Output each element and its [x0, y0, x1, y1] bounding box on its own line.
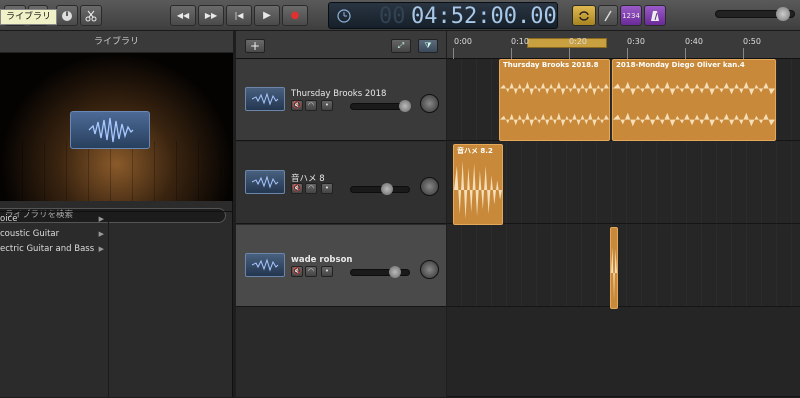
library-category-column: oice ▶ coustic Guitar ▶ ectric Guitar and … [0, 212, 109, 398]
region-name: 音ハメ 8.2 [457, 147, 493, 155]
ruler-label: 0:10 [511, 37, 529, 46]
lcd-hours-dim: 00 [379, 4, 406, 29]
track-volume-slider[interactable] [350, 100, 411, 112]
metronome-button[interactable] [644, 5, 666, 26]
track-header[interactable]: Thursday Brooks 2018 🔇 ◠ • [236, 59, 446, 141]
chevron-right-icon: ▶ [98, 245, 104, 253]
master-volume-knob[interactable] [776, 7, 790, 21]
record-enable-button[interactable]: • [321, 266, 333, 277]
ruler-label: 0:40 [685, 37, 703, 46]
track-header-toolbar: + ⤢ ⧩ [236, 31, 446, 59]
track-lane[interactable] [447, 308, 800, 397]
tracks-area[interactable]: 0:00 0:10 0:20 0:30 0:40 0:50 Thursday B… [447, 31, 800, 397]
region-name: 2018-Monday Diego Oliver kan.4 [616, 61, 745, 69]
ruler-tick [569, 48, 570, 59]
flex-time-button[interactable]: ⧩ [418, 39, 438, 53]
master-volume-slider[interactable] [715, 7, 795, 21]
ruler-tick [743, 48, 744, 59]
region-name: Thursday Brooks 2018.8 [503, 61, 599, 69]
cycle-button[interactable] [572, 5, 596, 26]
track-volume-knob[interactable] [399, 100, 411, 112]
tuner-button[interactable] [598, 5, 618, 26]
library-preview-image [0, 53, 233, 201]
editors-button[interactable] [80, 5, 102, 26]
ruler-label: 0:20 [569, 37, 587, 46]
library-title: ライブラリ [0, 31, 233, 53]
cycle-icon [579, 10, 589, 21]
headphones-icon[interactable]: ◠ [305, 266, 317, 277]
track-audio-icon [245, 87, 285, 111]
audio-region[interactable]: Thursday Brooks 2018.8 [499, 59, 610, 141]
clock-icon [337, 9, 351, 23]
headphones-icon[interactable]: ◠ [305, 100, 317, 111]
rewind-button[interactable]: ◀◀ [170, 5, 196, 26]
fast-forward-button[interactable]: ▶▶ [198, 5, 224, 26]
pan-knob[interactable] [420, 177, 439, 196]
control-bar: ライブラリ ◀◀ ▶▶ |◀ ▶ ● 00 04:52:00.00 1234 [0, 0, 800, 31]
record-button[interactable]: ● [282, 5, 308, 26]
pan-knob[interactable] [420, 260, 439, 279]
lcd-display[interactable]: 00 04:52:00.00 [328, 2, 558, 29]
track-name[interactable]: wade robson [291, 255, 352, 265]
waveform [500, 81, 609, 127]
audio-region[interactable] [610, 227, 618, 309]
go-to-beginning-button[interactable]: |◀ [226, 5, 252, 26]
pan-knob[interactable] [420, 94, 439, 113]
track-audio-icon [245, 253, 285, 277]
track-header[interactable]: 音ハメ 8 🔇 ◠ • [236, 142, 446, 224]
library-pane: ライブラリ ⌕ ライブラリを検索 oice▶ coustic Guitar▶ e… [0, 31, 233, 398]
ruler-tick [511, 48, 512, 59]
mute-button[interactable]: 🔇 [291, 183, 303, 194]
cycle-region[interactable] [527, 38, 607, 48]
headphones-icon[interactable]: ◠ [305, 183, 317, 194]
add-track-button[interactable]: + [245, 39, 265, 53]
ruler[interactable]: 0:00 0:10 0:20 0:30 0:40 0:50 [447, 31, 800, 59]
lcd-time: 04:52:00.00 [411, 4, 557, 29]
ruler-tick [627, 48, 628, 59]
ruler-label: 0:50 [743, 37, 761, 46]
track-volume-knob[interactable] [381, 183, 393, 195]
smart-controls-button[interactable] [56, 5, 78, 26]
metronome-icon [651, 10, 659, 21]
count-in-button[interactable]: 1234 [620, 5, 642, 26]
ruler-label: 0:30 [627, 37, 645, 46]
track-audio-icon [245, 170, 285, 194]
waveform [454, 160, 502, 220]
knob-icon [62, 10, 72, 21]
library-item[interactable]: coustic Guitar ▶ [0, 227, 109, 242]
library-item[interactable]: ectric Guitar and Bass ▶ [0, 242, 109, 257]
track-volume-slider[interactable] [350, 183, 410, 195]
waveform [611, 246, 617, 300]
catch-playhead-button[interactable]: ⤢ [391, 39, 411, 53]
ruler-tick [453, 48, 454, 59]
track-volume-knob[interactable] [389, 266, 401, 278]
library-list: oice ▶ coustic Guitar ▶ ectric Guitar and … [0, 211, 233, 398]
track-headers: + ⤢ ⧩ Thursday Brooks 2018 🔇 ◠ • 音ハメ 8 🔇… [236, 31, 446, 397]
audio-region[interactable]: 音ハメ 8.2 [453, 144, 503, 225]
ruler-tick [685, 48, 686, 59]
library-tooltip: ライブラリ [0, 9, 58, 25]
track-volume-slider[interactable] [350, 266, 410, 278]
record-enable-button[interactable]: • [321, 183, 333, 194]
scissors-icon [85, 10, 97, 21]
track-header-selected[interactable]: wade robson 🔇 ◠ • [236, 225, 446, 307]
audio-waveform-icon [70, 111, 150, 149]
mute-button[interactable]: 🔇 [291, 266, 303, 277]
track-lane[interactable] [447, 225, 800, 307]
tuning-fork-icon [604, 10, 612, 21]
ruler-label: 0:00 [454, 37, 472, 46]
play-button[interactable]: ▶ [254, 5, 280, 26]
audio-region[interactable]: 2018-Monday Diego Oliver kan.4 [612, 59, 776, 141]
record-enable-button[interactable]: • [321, 100, 333, 111]
chevron-right-icon: ▶ [98, 230, 104, 238]
track-name[interactable]: Thursday Brooks 2018 [291, 89, 386, 99]
mute-button[interactable]: 🔇 [291, 100, 303, 111]
library-item[interactable]: oice ▶ [0, 212, 109, 227]
waveform [613, 81, 775, 127]
chevron-right-icon: ▶ [98, 215, 104, 223]
